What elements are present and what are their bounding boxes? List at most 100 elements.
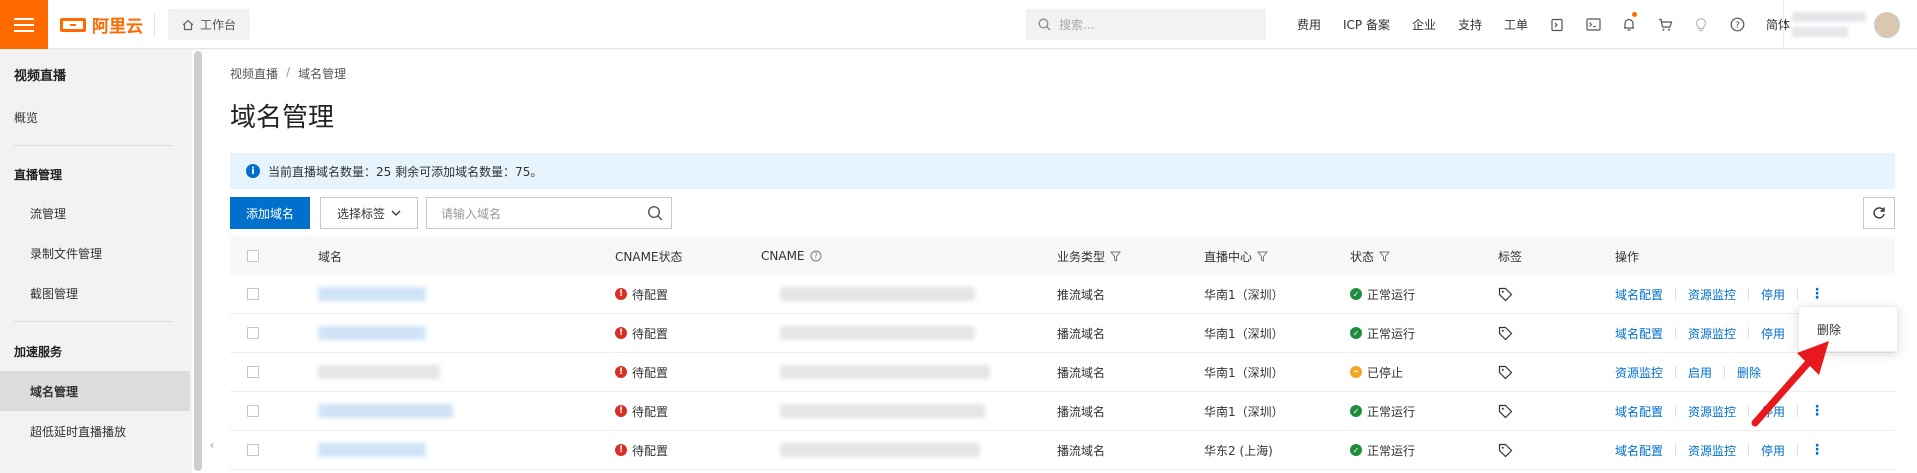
- sidebar-item-recordings[interactable]: 录制文件管理: [0, 233, 192, 273]
- nav-ticket[interactable]: 工单: [1493, 16, 1539, 33]
- resource-monitor-link[interactable]: 资源监控: [1688, 286, 1736, 303]
- live-center: 华南1（深圳）: [1204, 326, 1284, 341]
- warning-icon: !: [615, 327, 627, 339]
- disable-link[interactable]: 停用: [1761, 442, 1785, 459]
- table-header: 域名 CNAME状态 CNAME ? 业务类型 直播中心 状态 标签 操作: [230, 237, 1895, 275]
- select-tag-dropdown[interactable]: 选择标签: [320, 197, 418, 229]
- cname-status-text: 待配置: [632, 404, 669, 419]
- nav-enterprise[interactable]: 企业: [1401, 16, 1447, 33]
- more-actions-icon[interactable]: ⋮: [1810, 286, 1824, 302]
- select-tag-label: 选择标签: [336, 206, 385, 221]
- check-circle-icon: ✓: [1350, 327, 1362, 339]
- add-domain-button[interactable]: 添加域名: [230, 197, 311, 229]
- sidebar-group-live-management: 直播管理: [14, 168, 63, 182]
- resource-monitor-link[interactable]: 资源监控: [1688, 325, 1736, 342]
- hamburger-menu-icon[interactable]: [0, 0, 48, 49]
- nav-billing[interactable]: 费用: [1286, 16, 1332, 33]
- status-badge: ✓ 正常运行: [1350, 314, 1415, 352]
- domain-name-link[interactable]: [318, 314, 426, 352]
- check-circle-icon: ✓: [1350, 444, 1362, 456]
- sidebar-divider: [14, 145, 174, 146]
- account-menu[interactable]: [1783, 0, 1917, 49]
- aliyun-logo[interactable]: 阿里云: [60, 12, 143, 37]
- terminal-icon[interactable]: [1575, 0, 1611, 49]
- global-search-input[interactable]: 搜索...: [1026, 9, 1266, 40]
- table-row: ! 待配置 播流域名 华南1（深圳） – 已停止 资源监控 启用 删除: [230, 353, 1895, 392]
- filter-icon[interactable]: [1110, 251, 1122, 262]
- avatar[interactable]: [1874, 11, 1900, 38]
- cname-value: [780, 392, 985, 430]
- header-cname-status: CNAME状态: [615, 249, 683, 264]
- bell-icon[interactable]: [1611, 0, 1647, 49]
- info-icon: i: [246, 164, 260, 178]
- cname-value: [780, 275, 975, 313]
- resource-monitor-link[interactable]: 资源监控: [1688, 403, 1736, 420]
- sidebar-item-low-latency[interactable]: 超低延时直播播放: [0, 411, 192, 451]
- check-circle-icon: ✓: [1350, 288, 1362, 300]
- row-checkbox[interactable]: [247, 392, 259, 430]
- lightbulb-icon[interactable]: [1683, 0, 1719, 49]
- header-status: 状态: [1350, 237, 1391, 275]
- resource-monitor-link[interactable]: 资源监控: [1615, 364, 1663, 381]
- nav-icp[interactable]: ICP 备案: [1332, 16, 1401, 33]
- collapse-sidebar-chevron-icon[interactable]: ‹: [205, 425, 219, 465]
- row-checkbox[interactable]: [247, 353, 259, 391]
- domain-config-link[interactable]: 域名配置: [1615, 325, 1663, 342]
- select-all-checkbox[interactable]: [247, 237, 259, 275]
- live-center: 华南1（深圳）: [1204, 365, 1284, 380]
- tag-icon[interactable]: [1498, 353, 1513, 391]
- breadcrumb: 视频直播 / 域名管理: [230, 65, 346, 82]
- disable-link[interactable]: 停用: [1761, 286, 1785, 303]
- sidebar-item-overview[interactable]: 概览: [0, 97, 192, 137]
- row-checkbox[interactable]: [247, 431, 259, 469]
- resource-monitor-link[interactable]: 资源监控: [1688, 442, 1736, 459]
- tag-icon[interactable]: [1498, 431, 1513, 469]
- sidebar-group-acceleration: 加速服务: [14, 345, 63, 359]
- domain-name-link[interactable]: [318, 431, 426, 469]
- breadcrumb-root[interactable]: 视频直播: [230, 65, 278, 82]
- enable-link[interactable]: 启用: [1688, 364, 1712, 381]
- sidebar-item-domains[interactable]: 域名管理: [0, 371, 190, 411]
- sidebar-title: 视频直播: [14, 69, 67, 84]
- domain-config-link[interactable]: 域名配置: [1615, 286, 1663, 303]
- domain-config-link[interactable]: 域名配置: [1615, 403, 1663, 420]
- filter-icon[interactable]: [1379, 251, 1391, 262]
- help-icon[interactable]: ?: [810, 250, 822, 262]
- sidebar-item-snapshots[interactable]: 截图管理: [0, 273, 192, 313]
- row-checkbox[interactable]: [247, 275, 259, 313]
- cloud-shell-icon[interactable]: [1539, 0, 1575, 49]
- biz-type: 推流域名: [1057, 287, 1106, 302]
- cname-value: [780, 314, 975, 352]
- domain-name-link[interactable]: [318, 392, 453, 430]
- domain-search-input[interactable]: 请输入域名: [426, 197, 672, 229]
- filter-icon[interactable]: [1257, 251, 1269, 262]
- annotation-arrow-icon: [1751, 341, 1829, 427]
- header-tags: 标签: [1498, 249, 1523, 264]
- breadcrumb-current: 域名管理: [298, 67, 347, 81]
- tag-icon[interactable]: [1498, 392, 1513, 430]
- biz-type: 播流域名: [1057, 326, 1106, 341]
- stopped-icon: –: [1350, 366, 1362, 378]
- page-title: 域名管理: [230, 103, 335, 133]
- sidebar-scrollbar[interactable]: [194, 51, 202, 471]
- check-circle-icon: ✓: [1350, 405, 1362, 417]
- workbench-button[interactable]: 工作台: [168, 9, 251, 40]
- tag-icon[interactable]: [1498, 314, 1513, 352]
- table-row: ! 待配置 播流域名 华东2 (上海) ✓ 正常运行 域名配置 资源监控 停用 …: [230, 431, 1895, 470]
- header-status-label: 状态: [1350, 249, 1375, 264]
- more-actions-icon[interactable]: ⋮: [1810, 442, 1824, 458]
- domain-config-link[interactable]: 域名配置: [1615, 442, 1663, 459]
- tag-icon[interactable]: [1498, 275, 1513, 313]
- cart-icon[interactable]: [1647, 0, 1683, 49]
- cname-status-text: 待配置: [632, 443, 669, 458]
- domain-name-link[interactable]: [318, 275, 426, 313]
- refresh-icon: [1873, 207, 1885, 219]
- sidebar-item-streams[interactable]: 流管理: [0, 193, 192, 233]
- live-center: 华南1（深圳）: [1204, 287, 1284, 302]
- refresh-button[interactable]: [1863, 197, 1895, 229]
- nav-support[interactable]: 支持: [1447, 16, 1493, 33]
- cname-status-text: 待配置: [632, 326, 669, 341]
- row-checkbox[interactable]: [247, 314, 259, 352]
- search-icon[interactable]: [647, 205, 663, 221]
- help-icon[interactable]: ?: [1719, 0, 1755, 49]
